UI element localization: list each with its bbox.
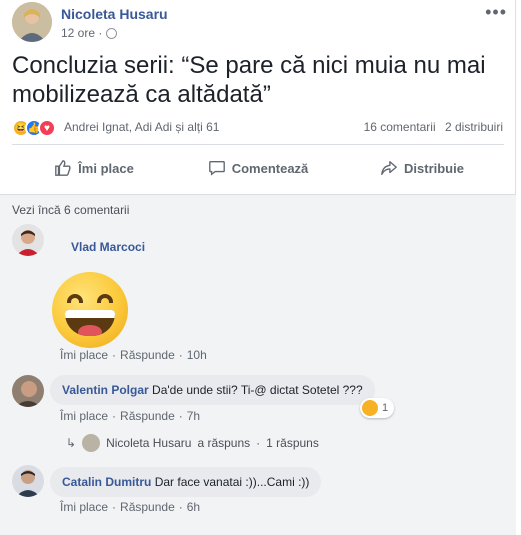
post-actions: Îmi place Comentează Distribuie xyxy=(12,150,504,186)
comment-reaction-count: 1 xyxy=(382,402,389,414)
comment-reply-link[interactable]: Răspunde xyxy=(120,409,175,423)
share-icon xyxy=(381,161,397,175)
comment-actions: Îmi place · Răspunde · 10h xyxy=(60,348,207,362)
author-avatar[interactable] xyxy=(12,2,52,42)
reply-count: 1 răspuns xyxy=(266,436,319,450)
comment-actions: Îmi place · Răspunde · 6h xyxy=(60,500,201,514)
post-card: Nicoleta Husaru 12 ore · ••• Concluzia s… xyxy=(0,0,516,535)
comment-time[interactable]: 10h xyxy=(187,348,207,362)
post-meta: 12 ore · xyxy=(61,26,118,40)
reply-author: Nicoleta Husaru xyxy=(106,436,192,450)
comment-actions: Îmi place · Răspunde · 7h xyxy=(60,409,201,423)
share-button-label: Distribuie xyxy=(404,160,464,176)
comment-time[interactable]: 6h xyxy=(187,500,200,514)
laughing-sticker xyxy=(52,272,128,348)
comment-like-link[interactable]: Îmi place xyxy=(60,348,108,362)
view-more-comments-link[interactable]: Vezi încă 6 comentarii xyxy=(12,203,129,217)
author-photo xyxy=(12,2,52,42)
commenter-photo xyxy=(12,375,44,407)
post-author-name[interactable]: Nicoleta Husaru xyxy=(61,6,168,22)
comment-author[interactable]: Vlad Marcoci xyxy=(71,240,145,254)
divider xyxy=(12,144,504,145)
commenter-avatar[interactable] xyxy=(12,375,44,407)
divider xyxy=(0,194,516,195)
haha-reaction-icon xyxy=(362,400,378,416)
sticker-left-eye xyxy=(67,294,83,303)
comment-reply-link[interactable]: Răspunde xyxy=(120,500,175,514)
reply-author-avatar xyxy=(82,434,101,452)
like-button[interactable]: Îmi place xyxy=(12,150,176,186)
post-time[interactable]: 12 ore · xyxy=(61,26,102,40)
ellipsis-icon[interactable]: ••• xyxy=(485,2,507,23)
comment-bubble: Catalin Dumitru Dar face vanatai :))...C… xyxy=(50,467,322,497)
commenter-photo xyxy=(12,224,44,256)
post-text: Concluzia serii: “Se pare că nici muia n… xyxy=(12,52,486,108)
share-button[interactable]: Distribuie xyxy=(340,150,504,186)
comments-count[interactable]: 16 comentarii xyxy=(364,120,436,134)
comment-button-label: Comentează xyxy=(231,160,309,176)
comment-bubble: Valentin Polgar Da'de unde stii? Ti-@ di… xyxy=(50,375,375,405)
commenter-avatar[interactable] xyxy=(12,465,44,497)
comment-icon xyxy=(208,161,225,176)
comment-like-link[interactable]: Îmi place xyxy=(60,500,108,514)
commenter-avatar[interactable] xyxy=(12,224,44,256)
comment-text: Da'de unde stii? Ti-@ dictat Sotetel ??? xyxy=(152,383,363,397)
reaction-names[interactable]: Andrei Ignat, Adi Adi și alți 61 xyxy=(64,120,219,134)
like-button-label: Îmi place xyxy=(78,160,134,176)
replies-summary[interactable]: ↳ Nicoleta Husaru a răspuns · 1 răspuns xyxy=(66,434,319,452)
love-reaction-icon: ♥ xyxy=(38,119,56,137)
comment-text: Dar face vanatai :))...Cami :)) xyxy=(154,475,310,489)
sticker-right-eye xyxy=(97,294,113,303)
reply-action: a răspuns xyxy=(197,436,251,450)
comment-author[interactable]: Valentin Polgar xyxy=(62,383,149,397)
commenter-photo xyxy=(12,465,44,497)
globe-icon[interactable] xyxy=(106,27,118,39)
comment-author[interactable]: Catalin Dumitru xyxy=(62,475,151,489)
comment-reaction-badge[interactable]: 1 xyxy=(360,398,395,418)
shares-count[interactable]: 2 distribuiri xyxy=(445,120,503,134)
reply-arrow-icon: ↳ xyxy=(66,436,77,450)
comment-button[interactable]: Comentează xyxy=(176,150,340,186)
comment-like-link[interactable]: Îmi place xyxy=(60,409,108,423)
thumbs-up-icon xyxy=(55,160,71,176)
reaction-icons[interactable]: 😆 👍 ♥ xyxy=(12,119,56,137)
comment-reply-link[interactable]: Răspunde xyxy=(120,348,175,362)
sticker-mouth xyxy=(65,310,115,336)
comment-time[interactable]: 7h xyxy=(187,409,200,423)
post-counts: 16 comentarii 2 distribuiri xyxy=(364,120,503,134)
